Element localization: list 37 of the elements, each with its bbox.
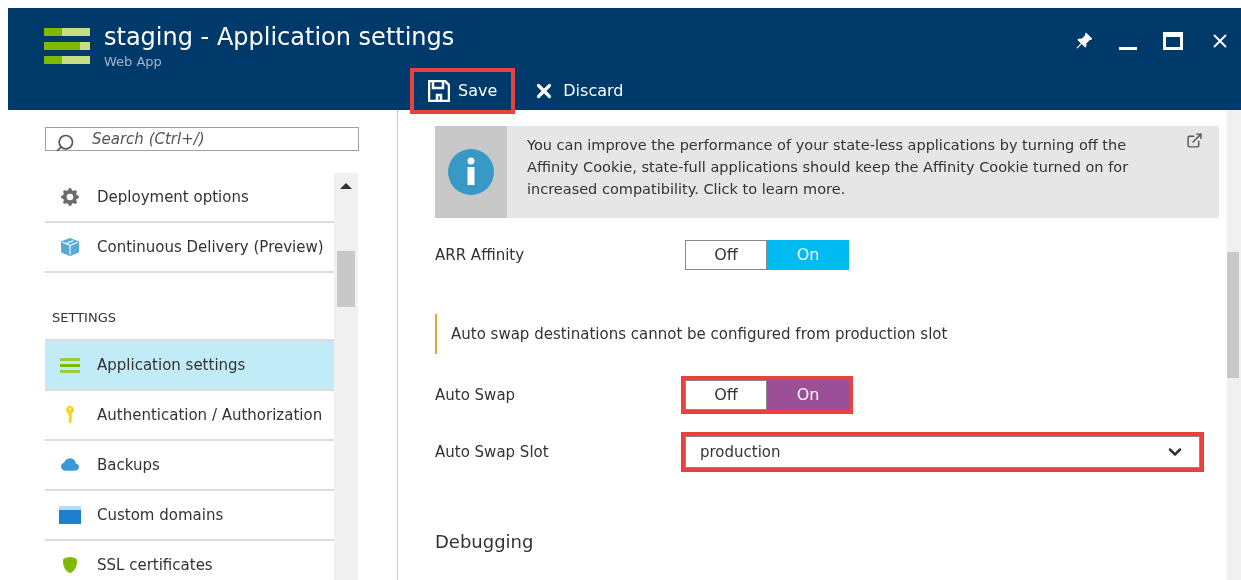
window-subtitle: Web App — [104, 53, 163, 71]
pin-button[interactable] — [1075, 32, 1093, 50]
warning-note: Auto swap destinations cannot be configured from production slot — [451, 325, 948, 343]
setting-label: Auto Swap — [435, 385, 517, 406]
off-option[interactable]: Off — [685, 380, 767, 410]
sidebar-item[interactable]: Custom domains — [45, 491, 334, 541]
shield-icon — [62, 556, 78, 574]
external-link-icon[interactable] — [1186, 132, 1203, 149]
scrollbar-thumb[interactable] — [337, 251, 355, 307]
search-field[interactable]: Search (Ctrl+/) — [45, 127, 359, 151]
gear-icon — [61, 188, 79, 206]
on-option[interactable]: On — [767, 380, 849, 410]
app-settings-logo — [44, 28, 90, 64]
scrollbar[interactable] — [1227, 110, 1241, 580]
save-button[interactable]: Save — [414, 71, 512, 110]
maximize-button[interactable] — [1163, 32, 1183, 50]
info-banner[interactable] — [435, 126, 1219, 218]
section-heading: Debugging — [435, 530, 535, 554]
box-icon — [61, 238, 79, 256]
scroll-up-arrow-icon — [340, 183, 352, 189]
section-heading: SETTINGS — [52, 308, 116, 327]
window-title: staging - Application settings — [104, 22, 455, 52]
on-off-toggle[interactable]: Off On — [685, 380, 849, 410]
info-icon — [448, 149, 494, 195]
scrollbar-thumb[interactable] — [1227, 252, 1239, 378]
info-text: You can improve the performance of your state-less applications by turning off the Affinity Cookie, state-full applications should keep the Affinity Cookie turned on for increased compatibility. Click to learn more. — [526, 136, 1130, 199]
discard-button[interactable]: Discard — [519, 71, 638, 110]
setting-label: ARR Affinity — [435, 245, 526, 266]
sidebar-item[interactable]: Application settings — [45, 341, 334, 391]
web-page-icon — [59, 506, 81, 524]
scrollbar[interactable] — [334, 173, 358, 580]
off-option[interactable]: Off — [685, 240, 767, 270]
setting-label: Auto Swap Slot — [435, 441, 550, 463]
cloud-icon — [60, 456, 80, 474]
on-off-toggle[interactable]: Off On — [685, 240, 849, 270]
sliders-icon — [60, 357, 80, 373]
search-icon — [55, 133, 75, 153]
